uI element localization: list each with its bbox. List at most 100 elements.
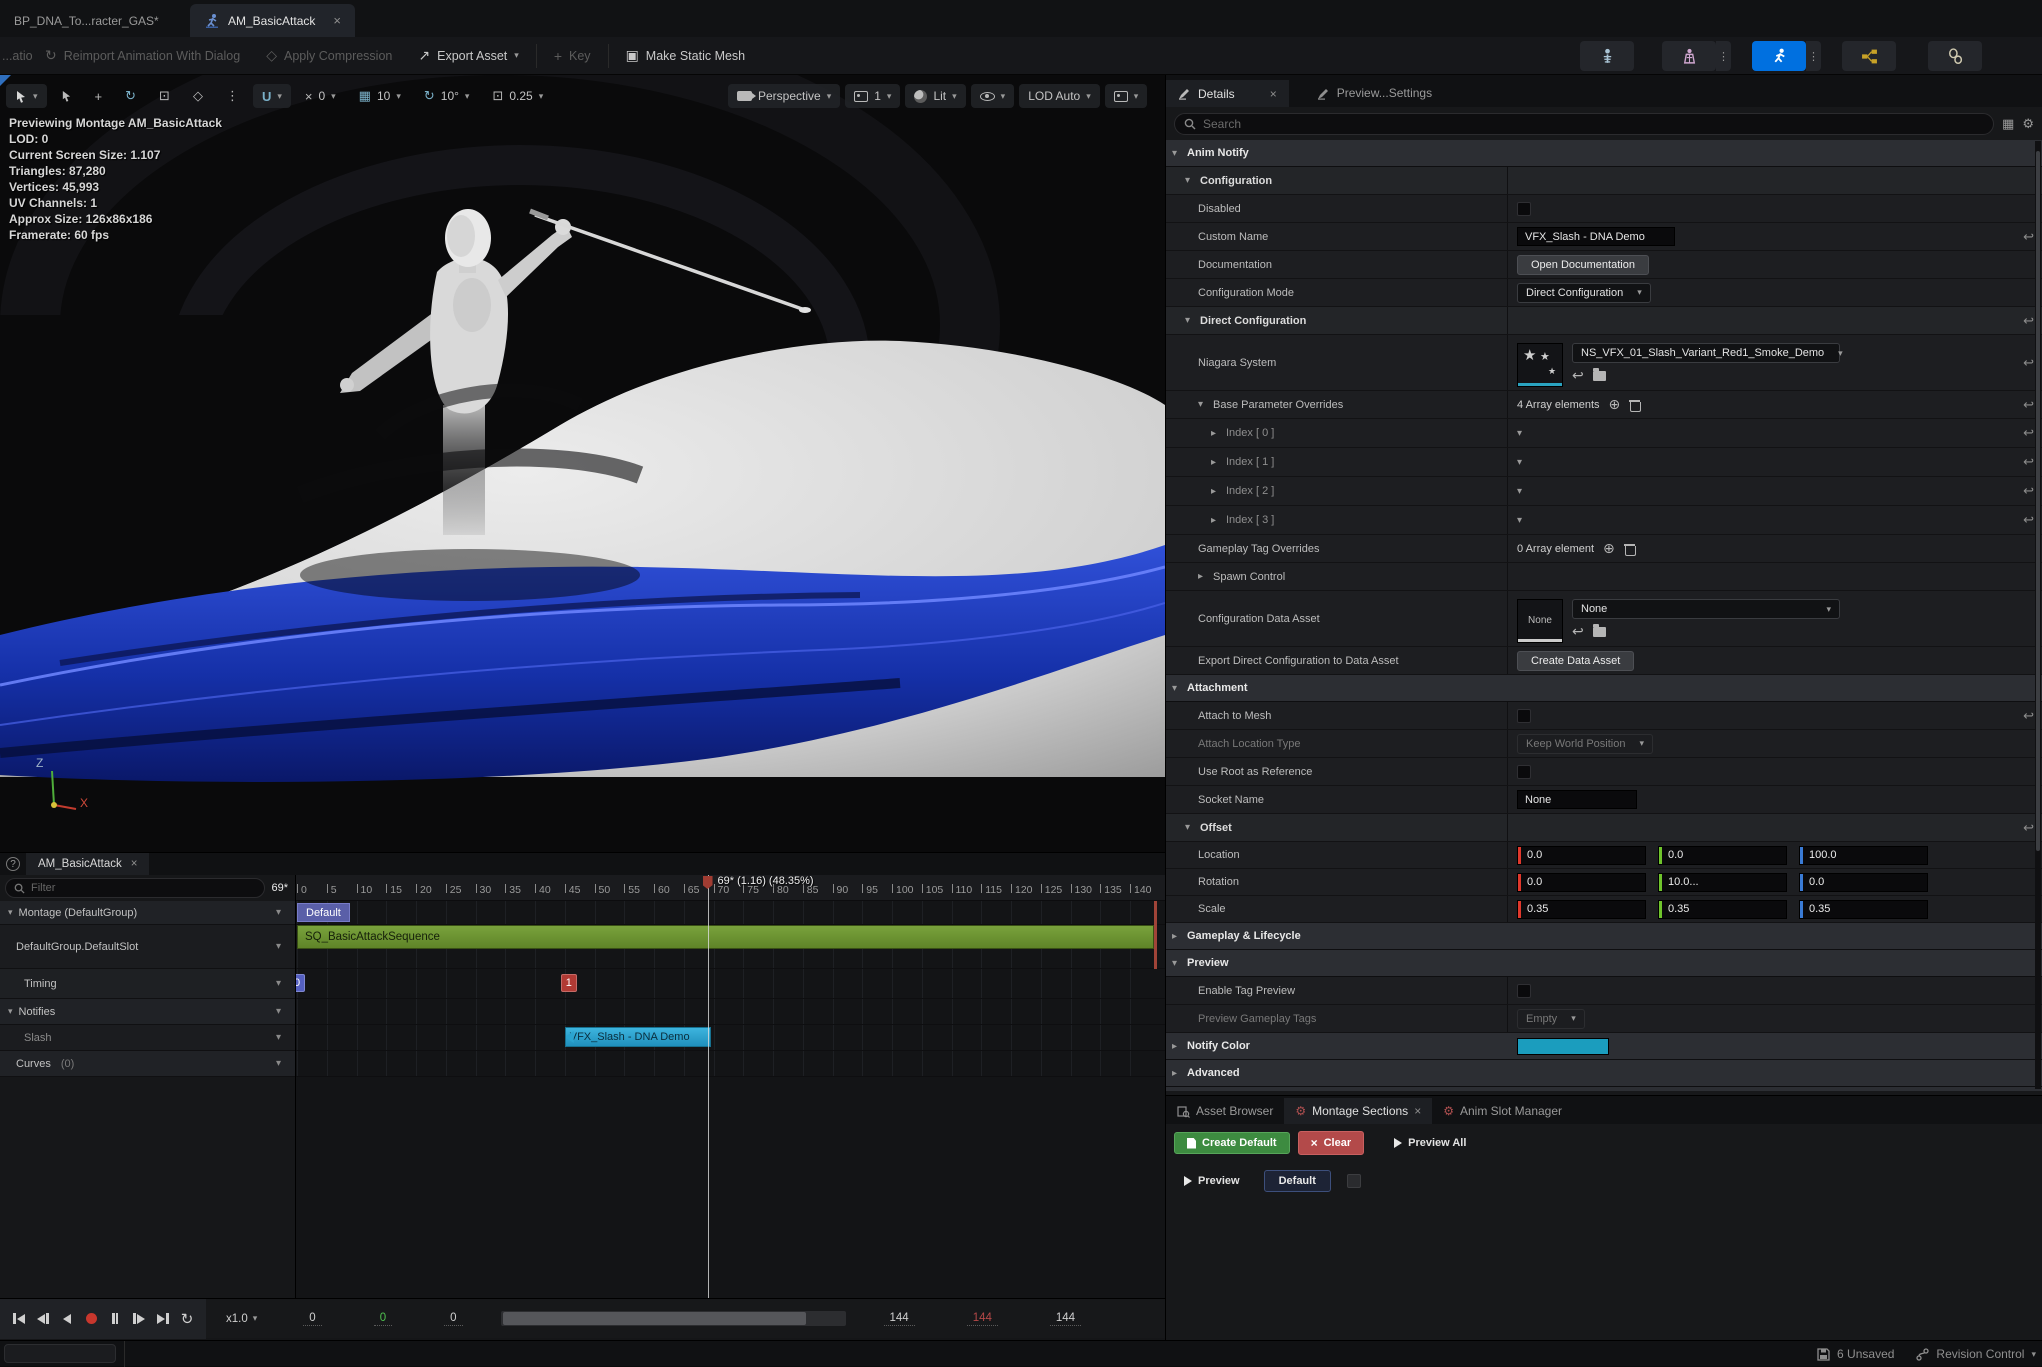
step-forward-button[interactable] (128, 1308, 150, 1330)
reset-to-default-icon[interactable]: ↩ (2023, 397, 2034, 413)
tab-asset-browser[interactable]: Asset Browser (1166, 1098, 1284, 1124)
tool-options-button[interactable]: ⋮ (217, 84, 248, 108)
perspective-dropdown[interactable]: Perspective ▾ (728, 84, 840, 108)
details-row-offset[interactable]: ▾Offset↩ (1166, 814, 2042, 842)
reset-to-default-icon[interactable]: ↩ (2023, 454, 2034, 470)
vector-z-input[interactable]: 0.35 (1799, 900, 1928, 919)
details-row-anim-notify[interactable]: ▾Anim Notify (1166, 140, 2042, 167)
details-row-disabled[interactable]: Disabled (1166, 195, 2042, 223)
close-tab-icon[interactable]: × (1414, 1104, 1421, 1118)
chevron-right-icon[interactable]: ▸ (1211, 515, 1221, 526)
track-options-icon[interactable]: ▾ (276, 907, 287, 918)
chevron-down-icon[interactable]: ▾ (1517, 457, 1522, 468)
go-to-end-button[interactable] (152, 1308, 174, 1330)
vector-y-input[interactable]: 0.35 (1658, 900, 1787, 919)
chevron-down-icon[interactable]: ▾ (1185, 822, 1195, 833)
details-row-advanced[interactable]: ▸Advanced (1166, 1060, 2042, 1087)
search-input[interactable]: Search (1174, 113, 1994, 135)
chevron-down-icon[interactable]: ▾ (1185, 315, 1195, 326)
details-row-gameplay-lifecycle[interactable]: ▸Gameplay & Lifecycle (1166, 923, 2042, 950)
vector-y-input[interactable]: 10.0... (1658, 873, 1787, 892)
scale-snap-button[interactable]: ⊡ 0.25 ▾ (483, 84, 552, 108)
details-row-niagara-system[interactable]: Niagara System★★★ NS_VFX_01_Slash_Varian… (1166, 335, 2042, 391)
details-row-use-root-as-reference[interactable]: Use Root as Reference (1166, 758, 2042, 786)
details-row-attachment[interactable]: ▾Attachment (1166, 675, 2042, 702)
3d-viewport[interactable]: ▾ + ↻ ⊡ ◇ ⋮ U ▾ × 0 ▾ ▦ 10 ▾ ↻ 10° ▾ ⊡ (0, 75, 1165, 852)
export-asset-button[interactable]: ↗ Export Asset ▾ (405, 37, 531, 75)
revision-control-button[interactable]: Revision Control ▾ (1916, 1347, 2036, 1361)
track-slash[interactable]: Slash ▾ (0, 1025, 295, 1051)
section-checkbox[interactable] (1347, 1174, 1361, 1188)
chevron-down-icon[interactable]: ▾ (8, 907, 13, 918)
view-mode-dropdown[interactable]: Lit ▾ (905, 84, 965, 108)
reset-to-default-icon[interactable]: ↩ (2023, 483, 2034, 499)
details-row-gameplay-tag-overrides[interactable]: Gameplay Tag Overrides0 Array element⊕ (1166, 535, 2042, 563)
add-element-icon[interactable]: ⊕ (1603, 540, 1615, 557)
reimport-animation-button[interactable]: ↻ Reimport Animation With Dialog (32, 37, 253, 75)
track-options-icon[interactable]: ▾ (276, 1006, 287, 1017)
details-row-attach-to-mesh[interactable]: Attach to Mesh↩ (1166, 702, 2042, 730)
details-row-index-3[interactable]: ▸Index [ 3 ]▾↩ (1166, 506, 2042, 535)
vector-x-input[interactable]: 0.0 (1517, 873, 1646, 892)
use-selected-asset-icon[interactable]: ↩ (1572, 623, 1584, 640)
details-row-index-2[interactable]: ▸Index [ 2 ]▾↩ (1166, 477, 2042, 506)
rotation-snap-button[interactable]: ↻ 10° ▾ (415, 84, 479, 108)
details-row-rotation[interactable]: Rotation0.010.0...0.0 (1166, 869, 2042, 896)
clear-button[interactable]: × Clear (1298, 1131, 1365, 1155)
reset-to-default-icon[interactable]: ↩ (2023, 355, 2034, 371)
screen-percentage-dropdown[interactable]: 1 ▾ (845, 84, 900, 108)
track-montage-group[interactable]: ▾ Montage (DefaultGroup) ▾ (0, 901, 295, 925)
default-section-button[interactable]: Default (1264, 1170, 1331, 1192)
vector-x-input[interactable]: 0.0 (1517, 846, 1646, 865)
montage-section-default[interactable]: Default (297, 903, 350, 922)
playback-speed-dropdown[interactable]: x1.0 ▾ (206, 1313, 277, 1325)
animation-options-dropdown[interactable]: ⋮ (1806, 41, 1821, 71)
record-button[interactable] (80, 1308, 102, 1330)
vector-z-input[interactable]: 100.0 (1799, 846, 1928, 865)
doc-tab-blueprint[interactable]: BP_DNA_To...racter_GAS* (0, 4, 173, 37)
vector-x-input[interactable]: 0.35 (1517, 900, 1646, 919)
track-options-icon[interactable]: ▾ (276, 1032, 287, 1043)
chevron-down-icon[interactable]: ▾ (1185, 175, 1195, 186)
chevron-down-icon[interactable]: ▾ (1172, 958, 1182, 969)
apply-compression-button[interactable]: ◇ Apply Compression (253, 37, 405, 75)
details-row-spawn-control[interactable]: ▸Spawn Control (1166, 563, 2042, 591)
close-tab-icon[interactable]: × (1270, 87, 1277, 101)
checkbox[interactable] (1517, 202, 1531, 216)
surface-snapping-button[interactable]: U ▾ (253, 84, 291, 108)
sync-marker-0[interactable]: 0 (296, 974, 305, 992)
playback-value[interactable]: 144 (967, 1312, 998, 1326)
details-settings-icon[interactable]: ⚙ (2022, 116, 2034, 132)
scrubber-thumb[interactable] (503, 1312, 807, 1325)
filter-input[interactable]: Filter (5, 878, 265, 898)
pivot-button[interactable]: ◇ (184, 84, 212, 108)
details-row-preview-gameplay-tags[interactable]: Preview Gameplay TagsEmpty▾ (1166, 1005, 2042, 1033)
playback-value[interactable]: 0 (374, 1312, 392, 1326)
clipped-toolbar-button[interactable]: ...ation (0, 37, 32, 75)
browse-to-asset-icon[interactable] (1593, 371, 1606, 381)
checkbox[interactable] (1517, 984, 1531, 998)
help-icon[interactable]: ? (6, 857, 20, 871)
details-row-socket-name[interactable]: Socket NameNone (1166, 786, 2042, 814)
tab-montage-sections[interactable]: ⚙ Montage Sections × (1284, 1098, 1432, 1124)
dropdown[interactable]: Keep World Position▾ (1517, 734, 1653, 754)
reset-to-default-icon[interactable]: ↩ (2023, 708, 2034, 724)
vector-z-input[interactable]: 0.0 (1799, 873, 1928, 892)
playback-value[interactable]: 144 (1050, 1312, 1081, 1326)
skeletal-mesh-options-dropdown[interactable]: ⋮ (1716, 41, 1731, 71)
chevron-down-icon[interactable]: ▾ (8, 1006, 13, 1017)
create-default-button[interactable]: Create Default (1174, 1132, 1290, 1154)
content-drawer-button[interactable] (4, 1344, 116, 1363)
reset-to-default-icon[interactable]: ↩ (2023, 512, 2034, 528)
chevron-right-icon[interactable]: ▸ (1211, 428, 1221, 439)
dropdown[interactable]: Empty▾ (1517, 1009, 1585, 1029)
physics-asset-mode-button[interactable] (1928, 41, 1982, 71)
chevron-down-icon[interactable]: ▾ (1172, 148, 1182, 159)
select-tool-button[interactable] (52, 84, 81, 108)
details-row-configuration-mode[interactable]: Configuration ModeDirect Configuration▾ (1166, 279, 2042, 307)
go-to-front-button[interactable] (8, 1308, 30, 1330)
lod-dropdown[interactable]: LOD Auto ▾ (1019, 84, 1100, 108)
open-documentation-button[interactable]: Open Documentation (1517, 255, 1649, 275)
details-row-configuration[interactable]: ▾Configuration (1166, 167, 2042, 195)
location-snap-button[interactable]: × 0 ▾ (296, 84, 345, 108)
